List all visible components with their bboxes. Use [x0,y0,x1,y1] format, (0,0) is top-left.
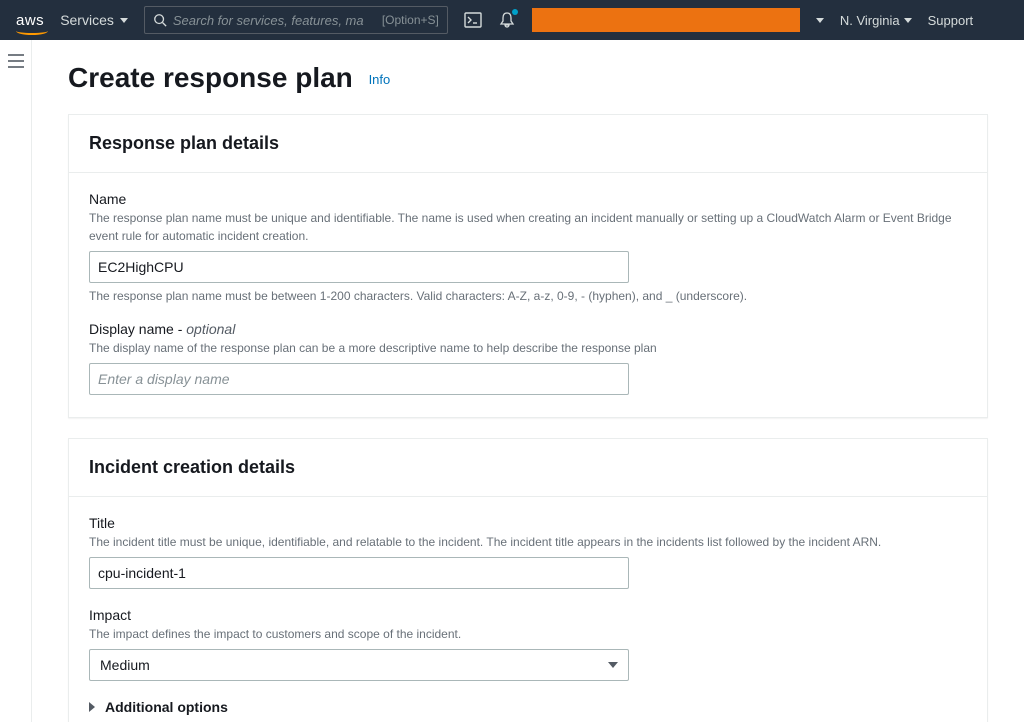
display-name-description: The display name of the response plan ca… [89,339,967,357]
panel-body: Title The incident title must be unique,… [69,497,987,722]
content-area: Create response plan Info Response plan … [32,40,1024,722]
incident-details-panel: Incident creation details Title The inci… [68,438,988,722]
notification-dot-icon [512,9,518,15]
impact-value: Medium [100,657,150,673]
title-input[interactable] [89,557,629,589]
page-title-text: Create response plan [68,62,353,93]
panel-body: Name The response plan name must be uniq… [69,173,987,417]
aws-smile-icon [16,27,48,35]
hamburger-icon [8,54,24,68]
panel-heading: Response plan details [89,133,967,154]
display-name-label-text: Display name - [89,321,186,337]
display-name-group: Display name - optional The display name… [89,321,967,395]
notifications-icon[interactable] [498,11,516,29]
search-input[interactable] [173,13,382,28]
main-wrap: Create response plan Info Response plan … [0,40,1024,722]
additional-options-label: Additional options [105,699,228,715]
top-navigation: aws Services [Option+S] N. Virginia S [0,0,1024,40]
name-input[interactable] [89,251,629,283]
impact-group: Impact The impact defines the impact to … [89,607,967,681]
info-link[interactable]: Info [369,72,391,87]
panel-header: Incident creation details [69,439,987,497]
search-shortcut-hint: [Option+S] [382,13,439,27]
impact-select[interactable]: Medium [89,649,629,681]
name-label: Name [89,191,967,207]
services-label: Services [60,12,114,28]
aws-logo-text: aws [16,12,44,29]
impact-description: The impact defines the impact to custome… [89,625,967,643]
support-label: Support [928,13,974,28]
side-rail [0,40,32,722]
search-box[interactable]: [Option+S] [144,6,448,34]
additional-options-toggle[interactable]: Additional options [89,699,967,715]
optional-text: optional [186,321,235,337]
panel-header: Response plan details [69,115,987,173]
account-banner[interactable] [532,8,800,32]
display-name-label: Display name - optional [89,321,967,337]
side-nav-toggle[interactable] [8,54,24,722]
account-menu-caret[interactable] [816,18,824,23]
search-icon [153,13,167,27]
region-label: N. Virginia [840,13,900,28]
title-label: Title [89,515,967,531]
display-name-input[interactable] [89,363,629,395]
select-caret-icon [608,662,618,668]
impact-label: Impact [89,607,967,623]
panel-heading: Incident creation details [89,457,967,478]
caret-down-icon [816,18,824,23]
name-description: The response plan name must be unique an… [89,209,967,245]
response-plan-details-panel: Response plan details Name The response … [68,114,988,418]
support-menu[interactable]: Support [928,13,974,28]
triangle-right-icon [89,702,95,712]
name-group: Name The response plan name must be uniq… [89,191,967,303]
page-title: Create response plan Info [68,62,988,94]
services-menu[interactable]: Services [60,12,128,28]
region-selector[interactable]: N. Virginia [840,13,912,28]
caret-down-icon [904,18,912,23]
title-group: Title The incident title must be unique,… [89,515,967,589]
title-description: The incident title must be unique, ident… [89,533,967,551]
name-hint: The response plan name must be between 1… [89,289,967,303]
aws-logo[interactable]: aws [16,12,44,29]
caret-down-icon [120,18,128,23]
cloudshell-icon[interactable] [464,11,482,29]
